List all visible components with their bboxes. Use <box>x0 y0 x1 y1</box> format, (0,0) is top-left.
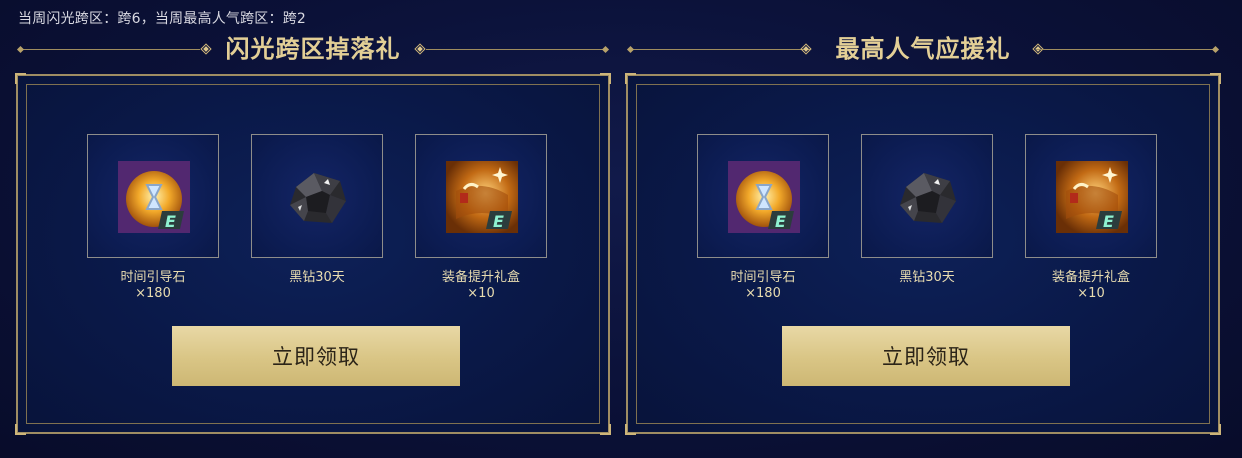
item-name: 黑钻30天 <box>289 270 345 285</box>
equipment-upgrade-box-icon: E <box>1056 161 1128 233</box>
frame-corner-ornament <box>625 73 639 87</box>
panel-title-row: 最高人气应援礼 <box>626 34 1220 66</box>
item-name: 时间引导石 <box>730 270 796 285</box>
item-quantity: ×10 <box>1077 286 1105 301</box>
reward-item[interactable]: 黑钻30天 <box>860 134 994 314</box>
frame-corner-ornament <box>1207 73 1221 87</box>
frame-corner-ornament <box>15 421 29 435</box>
item-slot[interactable] <box>251 134 383 258</box>
claim-button[interactable]: 立即领取 <box>782 326 1070 386</box>
time-guide-stone-icon: E <box>118 161 190 233</box>
time-guide-stone-icon: E <box>728 161 800 233</box>
reward-frame: E 时间引导石 ×180 黑钻30天 E 装备提升礼盒 ×10 立即领取 <box>625 73 1221 435</box>
reward-item-list: E 时间引导石 ×180 黑钻30天 E 装备提升礼盒 ×10 <box>696 134 1158 314</box>
reward-item[interactable]: 黑钻30天 <box>250 134 384 314</box>
reward-frame: E 时间引导石 ×180 黑钻30天 E 装备提升礼盒 ×10 立即领取 <box>15 73 611 435</box>
diamond-ornament-icon <box>414 43 426 55</box>
item-name: 装备提升礼盒 <box>441 270 520 285</box>
status-text: 当周闪光跨区：跨6，当周最高人气跨区：跨2 <box>18 11 307 27</box>
black-diamond-icon <box>900 173 956 223</box>
reward-item-list: E 时间引导石 ×180 黑钻30天 E 装备提升礼盒 ×10 <box>86 134 548 314</box>
frame-corner-ornament <box>15 73 29 87</box>
svg-text:E: E <box>1103 212 1114 231</box>
item-slot[interactable]: E <box>1025 134 1157 258</box>
reward-item[interactable]: E 装备提升礼盒 ×10 <box>1024 134 1158 314</box>
item-name: 装备提升礼盒 <box>1051 270 1130 285</box>
title-divider-right <box>426 49 606 50</box>
equipment-upgrade-box-icon: E <box>446 161 518 233</box>
svg-text:E: E <box>775 212 786 231</box>
title-divider-right <box>1036 49 1216 50</box>
item-slot[interactable]: E <box>87 134 219 258</box>
reward-item[interactable]: E 时间引导石 ×180 <box>86 134 220 314</box>
svg-text:E: E <box>165 212 176 231</box>
top-popularity-support-gift-panel: 最高人气应援礼 E 时间引导石 ×180 黑钻30天 E 装备提升礼盒 ×10 … <box>625 34 1221 435</box>
item-slot[interactable]: E <box>697 134 829 258</box>
item-quantity: ×10 <box>467 286 495 301</box>
frame-corner-ornament <box>597 421 611 435</box>
item-quantity: ×180 <box>135 286 171 301</box>
reward-item[interactable]: E 装备提升礼盒 ×10 <box>414 134 548 314</box>
panel-title-row: 闪光跨区掉落礼 <box>16 34 610 66</box>
item-slot[interactable] <box>861 134 993 258</box>
black-diamond-icon <box>290 173 346 223</box>
item-name: 时间引导石 <box>120 270 186 285</box>
item-name: 黑钻30天 <box>899 270 955 285</box>
frame-corner-ornament <box>625 421 639 435</box>
svg-text:E: E <box>493 212 504 231</box>
claim-button[interactable]: 立即领取 <box>172 326 460 386</box>
frame-corner-ornament <box>597 73 611 87</box>
item-quantity: ×180 <box>745 286 781 301</box>
flash-server-drop-gift-panel: 闪光跨区掉落礼 E 时间引导石 ×180 黑钻30天 E 装备提升礼盒 ×10 … <box>15 34 611 435</box>
item-slot[interactable]: E <box>415 134 547 258</box>
frame-corner-ornament <box>1207 421 1221 435</box>
reward-item[interactable]: E 时间引导石 ×180 <box>696 134 830 314</box>
